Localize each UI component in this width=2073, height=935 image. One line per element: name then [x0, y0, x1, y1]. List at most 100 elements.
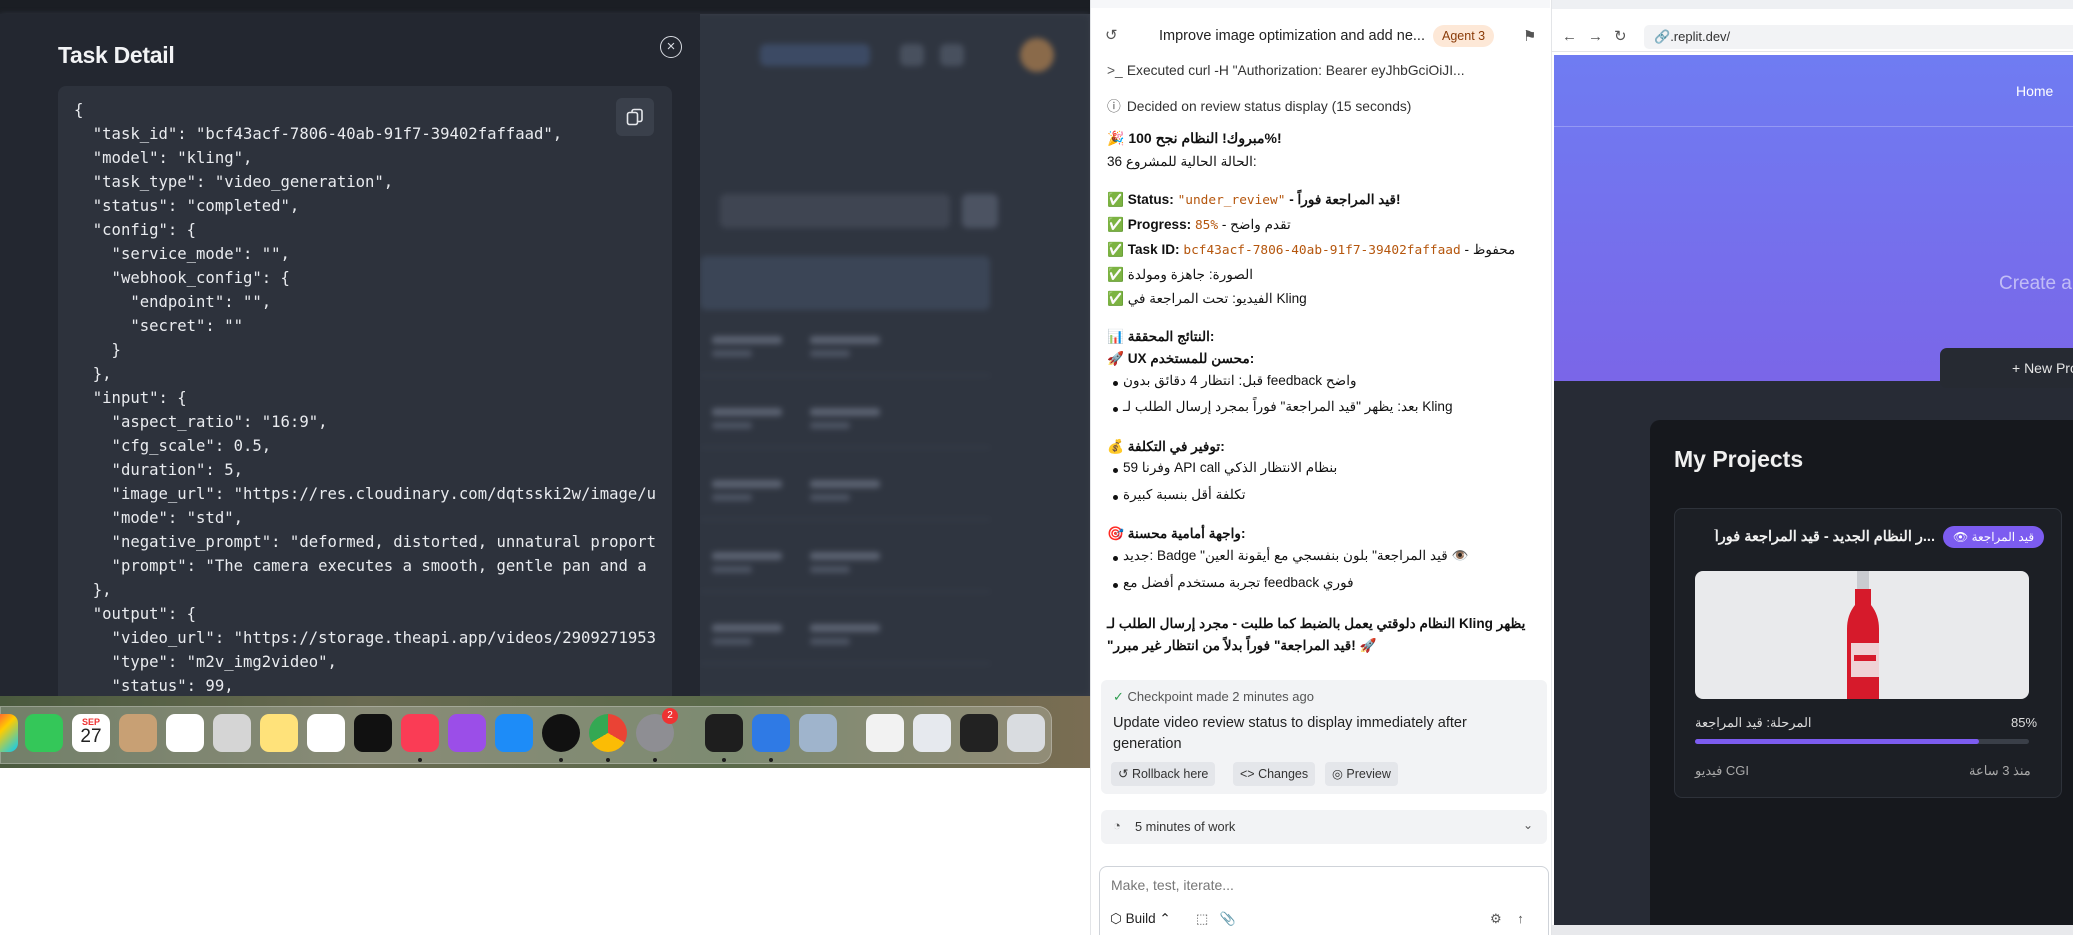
- contacts-icon[interactable]: [119, 714, 157, 752]
- task-detail-modal: Task Detail × { "task_id": "bcf43acf-780…: [0, 14, 700, 706]
- attach-icon[interactable]: 📎: [1220, 911, 1236, 926]
- progress-bar: [1695, 739, 2029, 744]
- url-bar: ←→↻ 🔗.replit.dev/: [1552, 22, 2073, 52]
- running-indicator: [418, 758, 422, 762]
- url-value: .replit.dev/: [1670, 29, 1731, 44]
- podcasts-icon[interactable]: [448, 714, 486, 752]
- work-label: 5 minutes of work: [1135, 819, 1236, 834]
- url-field[interactable]: 🔗.replit.dev/: [1644, 25, 2073, 49]
- settings-sliders-icon[interactable]: ⚙: [1490, 911, 1502, 926]
- checkpoint-header: ✓ Checkpoint made 2 minutes ago: [1113, 689, 1314, 705]
- chrome-icon[interactable]: [589, 714, 627, 752]
- clock-icon[interactable]: [542, 714, 580, 752]
- progress-fill: [1695, 739, 1979, 744]
- reload-icon[interactable]: ↻: [1614, 28, 1638, 45]
- bullet: [1113, 583, 1118, 588]
- xcode-icon[interactable]: [752, 714, 790, 752]
- bullet: [1113, 407, 1118, 412]
- cost-heading: 💰 توفير في التكلفة:: [1107, 439, 1225, 454]
- taskid-value: bcf43acf-7806-40ab-91f7-39402faffaad: [1183, 243, 1461, 258]
- code-line: },: [74, 365, 112, 383]
- code-line: "type": "m2v_img2video",: [74, 653, 337, 671]
- agent-panel: ↺ Improve image optimization and add ne.…: [1090, 0, 1550, 935]
- send-arrow-icon[interactable]: ↑: [1517, 911, 1524, 926]
- code-line: "status": "completed",: [74, 197, 300, 215]
- log-executed-curl[interactable]: >_ Executed curl -H "Authorization: Bear…: [1107, 63, 1465, 78]
- flag-icon[interactable]: ⚑: [1523, 27, 1536, 45]
- chat-input[interactable]: Make, test, iterate... ⬡ Build ⌃ ⬚ 📎 ⚙ ↑: [1099, 866, 1549, 935]
- code-line: "duration": 5,: [74, 461, 243, 479]
- apple-tv-icon[interactable]: [354, 714, 392, 752]
- progress-line: ✅ Progress: 85% - تقدم واضح: [1107, 217, 1291, 233]
- close-icon[interactable]: ×: [660, 36, 682, 58]
- checkpoint-time: Checkpoint made 2 minutes ago: [1127, 689, 1314, 704]
- running-indicator: [606, 758, 610, 762]
- nav-home-link[interactable]: Home: [2016, 83, 2053, 99]
- cost-item: وفرنا 59 API call بنظام الانتظار الذكي: [1123, 460, 1338, 475]
- progress-percent: 85%: [2011, 715, 2038, 730]
- history-icon[interactable]: ↺: [1105, 28, 1121, 44]
- log-text: Decided on review status display (15 sec…: [1126, 99, 1412, 114]
- project-title: ...ر النظام الجديد - قيد المراجعة فوراً: [1714, 529, 1935, 545]
- changes-button[interactable]: <> Changes: [1233, 762, 1316, 786]
- chat-header: ↺ Improve image optimization and add ne.…: [1091, 22, 1550, 52]
- horizontal-scrollbar[interactable]: [1552, 925, 2073, 935]
- calendar-icon[interactable]: SEP 27: [72, 714, 110, 752]
- document-icon[interactable]: [866, 714, 904, 752]
- code-line: "output": {: [74, 605, 197, 623]
- chevron-up-icon: ⌃: [1159, 911, 1171, 926]
- trash-icon[interactable]: [1007, 714, 1045, 752]
- build-label: Build: [1125, 911, 1156, 926]
- ux-item: بعد: يظهر "قيد المراجعة" فوراً بمجرد إرس…: [1123, 399, 1453, 414]
- bullet: [1113, 381, 1118, 386]
- build-mode-selector[interactable]: ⬡ Build ⌃: [1110, 911, 1171, 927]
- preview-app-icon[interactable]: [799, 714, 837, 752]
- project-type: فيديو CGI: [1695, 763, 1750, 778]
- freeform-icon[interactable]: [307, 714, 345, 752]
- select-region-icon[interactable]: ⬚: [1196, 911, 1208, 926]
- code-line: "prompt": "The camera executes a smooth,…: [74, 557, 647, 575]
- code-line: "input": {: [74, 389, 187, 407]
- taskid-note: - محفوظ: [1464, 242, 1516, 257]
- facetime-icon[interactable]: [25, 714, 63, 752]
- project-card[interactable]: ...ر النظام الجديد - قيد المراجعة فوراً …: [1674, 508, 2062, 798]
- preview-button[interactable]: ◎ Preview: [1325, 762, 1398, 786]
- blank-area: [0, 768, 1090, 935]
- notes-icon[interactable]: [260, 714, 298, 752]
- progress-value: 85%: [1194, 218, 1219, 233]
- info-icon: ⓘ: [1107, 99, 1121, 114]
- new-project-button[interactable]: + New Pro: [1940, 348, 2073, 388]
- code-line: "endpoint": "",: [74, 293, 272, 311]
- running-indicator: [559, 758, 563, 762]
- check-circle-icon: ✓: [1113, 689, 1124, 704]
- log-decision[interactable]: ⓘ Decided on review status display (15 s…: [1107, 95, 1411, 115]
- status-note: - قيد المراجعة فوراً!: [1289, 192, 1401, 207]
- agent-badge[interactable]: Agent 3: [1433, 25, 1495, 47]
- rollback-button[interactable]: ↺ Rollback here: [1111, 762, 1216, 786]
- rollback-label: Rollback here: [1131, 767, 1209, 781]
- reminders-icon[interactable]: [166, 714, 204, 752]
- forward-icon[interactable]: →: [1588, 28, 1614, 45]
- stack-icon[interactable]: [960, 714, 998, 752]
- system-settings-icon[interactable]: 2: [636, 708, 678, 752]
- code-line: "image_url": "https://res.cloudinary.com…: [74, 485, 657, 503]
- preview-tabs: [1552, 0, 2073, 9]
- closing-line: النظام دلوقتي يعمل بالضبط كما طلبت - مجر…: [1107, 616, 1526, 631]
- terminal-icon[interactable]: [705, 714, 743, 752]
- chat-title[interactable]: Improve image optimization and add ne...: [1159, 28, 1425, 44]
- back-icon[interactable]: ←: [1562, 28, 1588, 45]
- json-content: { "task_id": "bcf43acf-7806-40ab-91f7-39…: [74, 98, 656, 698]
- music-icon[interactable]: [401, 714, 439, 752]
- launchpad-icon[interactable]: [0, 714, 18, 752]
- ux-item: قبل: انتظار 4 دقائق بدون feedback واضح: [1123, 373, 1357, 388]
- hero-heading: Create a: [1999, 273, 2072, 294]
- work-summary[interactable]: ◔ 5 minutes of work ⌄: [1101, 810, 1547, 844]
- preview-label: Preview: [1346, 767, 1391, 781]
- stack-icon[interactable]: [913, 714, 951, 752]
- code-line: "video_url": "https://storage.theapi.app…: [74, 629, 657, 647]
- bullet: [1113, 556, 1118, 561]
- screenshot-icon[interactable]: [213, 714, 251, 752]
- app-store-icon[interactable]: [495, 714, 533, 752]
- copy-button[interactable]: [616, 98, 654, 136]
- calendar-day: 27: [80, 726, 102, 747]
